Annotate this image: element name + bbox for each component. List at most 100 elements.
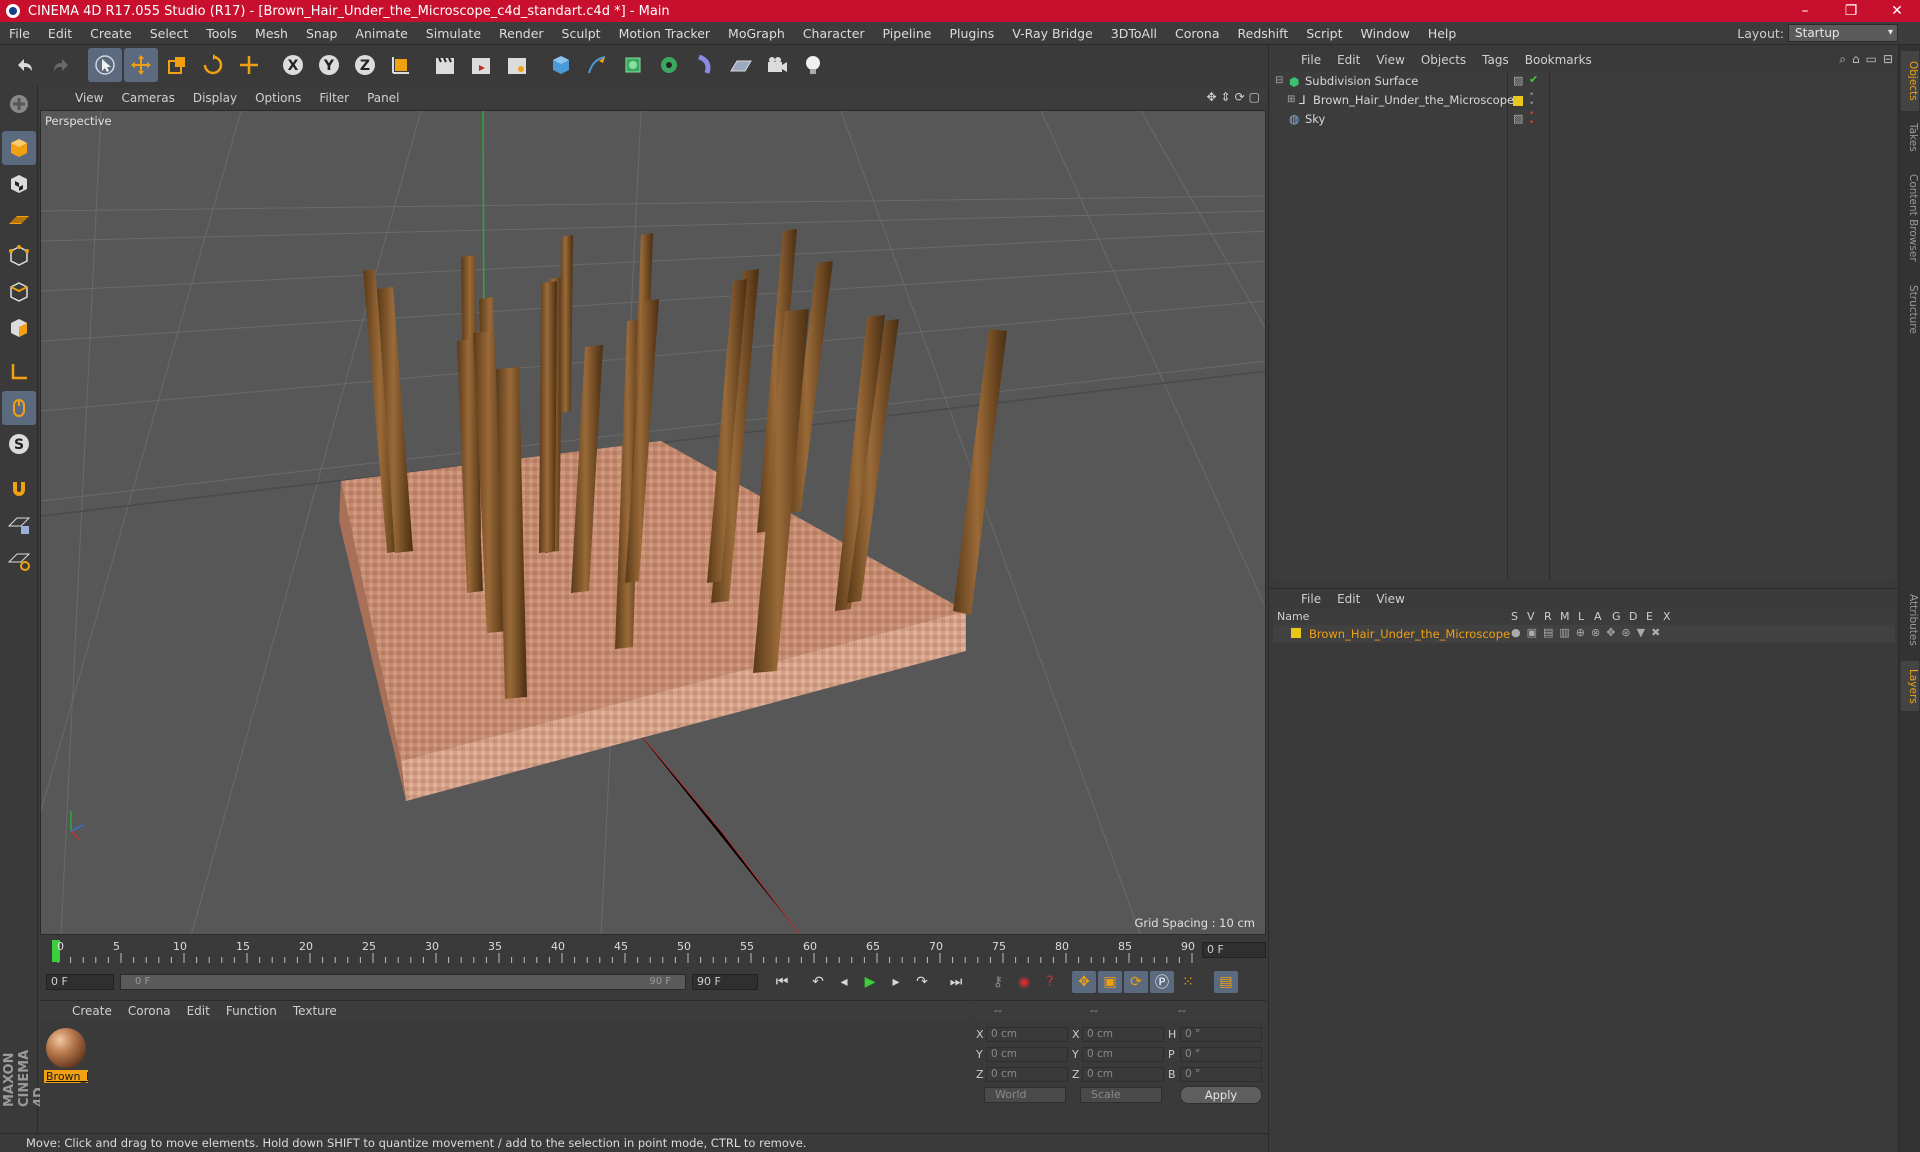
redo-button[interactable] — [44, 48, 78, 82]
model-mode-button[interactable] — [2, 131, 36, 165]
goto-end-button[interactable]: ⏭ — [944, 971, 968, 993]
planar-workplane-button[interactable] — [2, 543, 36, 577]
rotate-tool-button[interactable] — [196, 48, 230, 82]
points-mode-button[interactable] — [2, 239, 36, 273]
coordinate-system-button[interactable] — [384, 48, 418, 82]
next-frame-button[interactable]: ▸ — [884, 971, 908, 993]
z-axis-button[interactable]: Z — [348, 48, 382, 82]
om-menu-objects[interactable]: Objects — [1413, 53, 1474, 67]
layer-row[interactable]: Brown_Hair_Under_the_Microscope ●▣▤▥⊕⊗✥⊛… — [1273, 625, 1895, 643]
menu-mesh[interactable]: Mesh — [246, 26, 297, 41]
cube-primitive-button[interactable] — [544, 48, 578, 82]
timeline[interactable]: 0 5 10 15 20 25 30 35 40 45 50 55 60 65 … — [40, 937, 1266, 969]
prev-keyframe-button[interactable]: ↶ — [806, 971, 830, 993]
position-y-field[interactable]: 0 cm — [986, 1047, 1068, 1062]
tab-objects[interactable]: Objects — [1901, 51, 1919, 111]
workplane-mode-button[interactable] — [2, 203, 36, 237]
scale-tool-button[interactable] — [160, 48, 194, 82]
snap-button[interactable] — [2, 471, 36, 505]
pen-spline-button[interactable] — [580, 48, 614, 82]
subdivision-surface-button[interactable] — [616, 48, 650, 82]
menu-motion-tracker[interactable]: Motion Tracker — [610, 26, 719, 41]
axis-mode-button[interactable] — [2, 355, 36, 389]
menu-3dtoall[interactable]: 3DToAll — [1102, 26, 1166, 41]
motion-record-button[interactable]: ⚷ — [986, 971, 1010, 993]
apply-button[interactable]: Apply — [1180, 1086, 1262, 1104]
om-menu-tags[interactable]: Tags — [1474, 53, 1517, 67]
viewport-menu-filter[interactable]: Filter — [310, 91, 358, 105]
material-menu-function[interactable]: Function — [218, 1004, 285, 1018]
menu-plugins[interactable]: Plugins — [940, 26, 1003, 41]
tab-structure[interactable]: Structure — [1901, 279, 1919, 339]
menu-help[interactable]: Help — [1419, 26, 1466, 41]
visibility-dots-icon[interactable]: • • — [1529, 110, 1534, 128]
menu-script[interactable]: Script — [1297, 26, 1351, 41]
key-rotation-button[interactable]: ⟳ — [1124, 971, 1148, 993]
end-frame-field[interactable]: 90 F — [692, 974, 758, 990]
texture-mode-button[interactable] — [2, 167, 36, 201]
edges-mode-button[interactable] — [2, 275, 36, 309]
menu-create[interactable]: Create — [81, 26, 141, 41]
tab-attributes[interactable]: Attributes — [1901, 585, 1919, 655]
next-keyframe-button[interactable]: ↷ — [910, 971, 934, 993]
position-z-field[interactable]: 0 cm — [986, 1067, 1068, 1082]
zoom-view-icon[interactable]: ⇕ — [1221, 90, 1231, 104]
collapse-icon[interactable]: ⊟ — [1883, 52, 1893, 67]
last-tool-button[interactable] — [232, 48, 266, 82]
lm-menu-view[interactable]: View — [1368, 592, 1412, 606]
size-y-field[interactable]: 0 cm — [1082, 1047, 1164, 1062]
lock-workplane-button[interactable] — [2, 507, 36, 541]
material-menu-create[interactable]: Create — [64, 1004, 120, 1018]
menu-vray-bridge[interactable]: V-Ray Bridge — [1003, 26, 1102, 41]
menu-animate[interactable]: Animate — [346, 26, 416, 41]
floor-button[interactable] — [724, 48, 758, 82]
material-swatch[interactable]: Brown_I — [44, 1026, 88, 1084]
layer-flag-icons[interactable]: ●▣▤▥⊕⊗✥⊛▼✖ — [1511, 626, 1666, 639]
tab-layers[interactable]: Layers — [1901, 661, 1919, 711]
make-editable-button[interactable] — [2, 87, 36, 121]
checkmark-icon[interactable]: ✔ — [1529, 73, 1538, 86]
object-row-sky[interactable]: ◍ Sky ▨ • • — [1273, 110, 1895, 129]
tab-takes[interactable]: Takes — [1901, 117, 1919, 157]
object-row-subdivision[interactable]: ⊟ ⬢ Subdivision Surface ▨ ✔ — [1273, 72, 1895, 91]
rotation-b-field[interactable]: 0 ° — [1180, 1067, 1262, 1082]
om-menu-bookmarks[interactable]: Bookmarks — [1517, 53, 1600, 67]
viewport-menu-cameras[interactable]: Cameras — [112, 91, 183, 105]
timeline-window-button[interactable]: ▤ — [1214, 971, 1238, 993]
x-axis-button[interactable]: X — [276, 48, 310, 82]
pan-view-icon[interactable]: ✥ — [1206, 90, 1216, 104]
coordinate-mode-select[interactable]: World — [984, 1087, 1066, 1103]
viewport-menu-display[interactable]: Display — [184, 91, 246, 105]
frame-range-slider[interactable]: 0 F 90 F — [120, 974, 686, 990]
menu-redshift[interactable]: Redshift — [1229, 26, 1298, 41]
key-parameter-button[interactable]: Ⓟ — [1150, 971, 1174, 993]
undo-button[interactable] — [8, 48, 42, 82]
rotate-view-icon[interactable]: ⟳ — [1235, 90, 1245, 104]
collapse-toggle-icon[interactable]: ⊟ — [1275, 75, 1283, 86]
visibility-dots-icon[interactable]: • • — [1529, 91, 1534, 109]
size-x-field[interactable]: 0 cm — [1082, 1027, 1164, 1042]
lm-menu-edit[interactable]: Edit — [1329, 592, 1368, 606]
object-row-hair[interactable]: ⊞ ⅃ Brown_Hair_Under_the_Microscope • • — [1273, 91, 1895, 110]
record-button[interactable]: ◉ — [1012, 971, 1036, 993]
material-menu-texture[interactable]: Texture — [285, 1004, 345, 1018]
menu-character[interactable]: Character — [794, 26, 874, 41]
size-z-field[interactable]: 0 cm — [1082, 1067, 1164, 1082]
menu-snap[interactable]: Snap — [297, 26, 346, 41]
viewport-menu-options[interactable]: Options — [246, 91, 310, 105]
menu-select[interactable]: Select — [141, 26, 198, 41]
array-generator-button[interactable] — [652, 48, 686, 82]
position-x-field[interactable]: 0 cm — [986, 1027, 1068, 1042]
material-menu-edit[interactable]: Edit — [179, 1004, 218, 1018]
tab-content-browser[interactable]: Content Browser — [1901, 163, 1919, 273]
menu-edit[interactable]: Edit — [39, 26, 81, 41]
maximize-button[interactable]: ❐ — [1828, 0, 1874, 22]
layout-select[interactable]: Startup — [1788, 24, 1898, 42]
rotation-p-field[interactable]: 0 ° — [1180, 1047, 1262, 1062]
search-icon[interactable]: ⌕ — [1839, 52, 1846, 67]
menu-window[interactable]: Window — [1352, 26, 1419, 41]
viewport-menu-view[interactable]: View — [66, 91, 112, 105]
viewport-menu-panel[interactable]: Panel — [358, 91, 408, 105]
perspective-viewport[interactable]: Perspective Grid Spacing : 10 cm — [40, 110, 1266, 935]
tweak-mode-button[interactable] — [2, 391, 36, 425]
